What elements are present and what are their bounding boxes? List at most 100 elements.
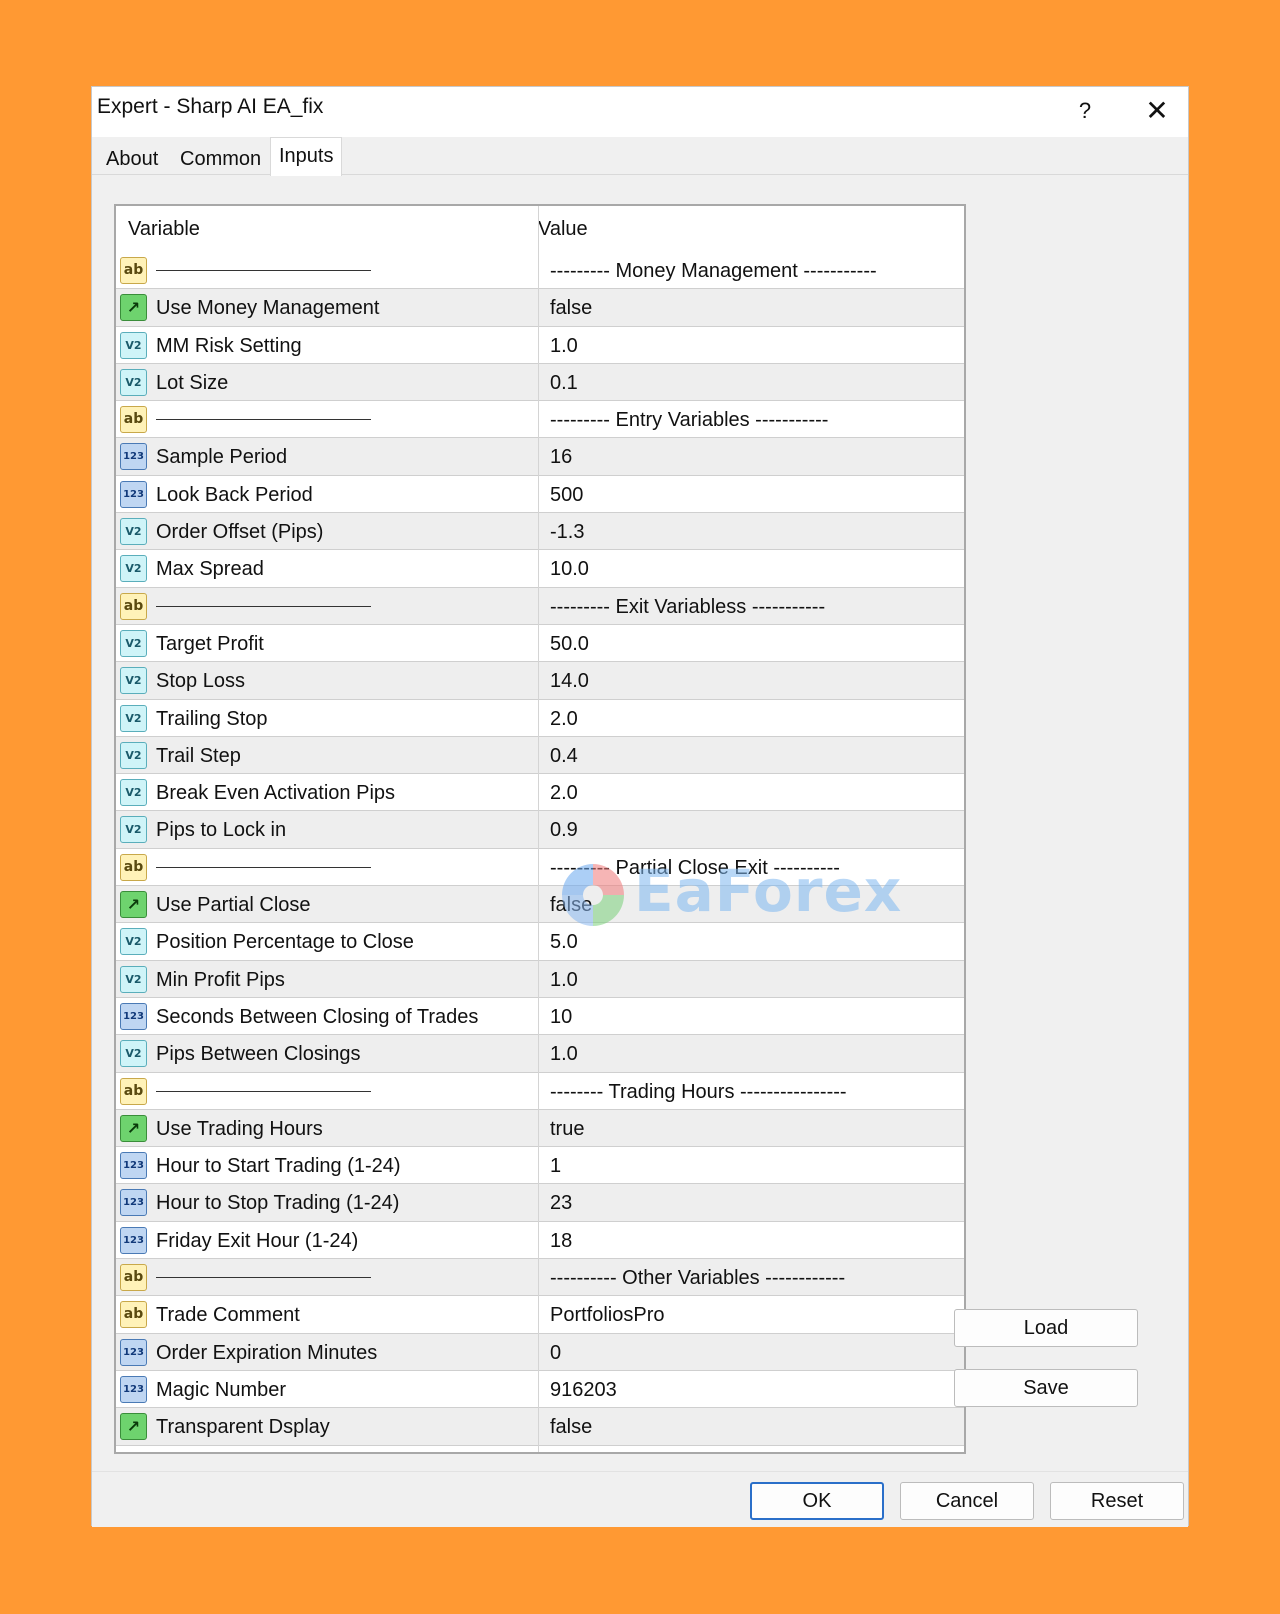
input-row[interactable]: 123 Friday Exit Hour (1-24) 18 [116, 1222, 964, 1260]
bool-type-icon: ↗ [120, 1114, 147, 1142]
input-row[interactable]: 123 Hour to Start Trading (1-24) 1 [116, 1147, 964, 1185]
help-button[interactable]: ? [1062, 91, 1108, 131]
variable-value[interactable]: 1.0 [550, 335, 578, 358]
column-separator[interactable] [538, 206, 539, 1452]
variable-value[interactable]: 0.4 [550, 745, 578, 768]
variable-name: Trail Step [156, 744, 241, 767]
variable-name: Sample Period [156, 446, 288, 469]
input-row[interactable]: V2 Trailing Stop 2.0 [116, 700, 964, 737]
variable-value[interactable]: 23 [550, 1192, 572, 1215]
variable-value[interactable]: true [550, 1118, 584, 1141]
double-type-icon: V2 [120, 555, 147, 583]
input-row[interactable]: V2 MM Risk Setting 1.0 [116, 327, 964, 364]
load-button[interactable]: Load [954, 1309, 1138, 1347]
input-row[interactable]: V2 Pips Between Closings 1.0 [116, 1035, 964, 1073]
variable-name: Max Spread [156, 558, 264, 581]
section-dashes [156, 1277, 371, 1279]
input-row[interactable]: V2 Target Profit 50.0 [116, 625, 964, 663]
variable-value[interactable]: 0 [550, 1342, 561, 1365]
tab-common[interactable]: Common [172, 143, 269, 175]
dialog-footer: OK Cancel Reset [92, 1471, 1188, 1527]
variable-value[interactable]: 14.0 [550, 670, 589, 693]
variable-value[interactable]: 0.9 [550, 819, 578, 842]
input-row[interactable]: V2 Stop Loss 14.0 [116, 662, 964, 700]
variable-name: Transparent Dsplay [156, 1416, 330, 1439]
double-type-icon: V2 [120, 368, 147, 396]
section-title: --------- Money Management ----------- [550, 260, 877, 282]
input-row[interactable]: 123 Look Back Period 500 [116, 476, 964, 514]
input-row[interactable]: ↗ Use Money Management false [116, 289, 964, 327]
variable-value[interactable]: 500 [550, 484, 583, 507]
variable-value[interactable]: 10 [550, 1006, 572, 1029]
variable-value[interactable]: 0.1 [550, 372, 578, 395]
variable-value[interactable]: 16 [550, 446, 572, 469]
input-row[interactable]: V2 Order Offset (Pips) -1.3 [116, 513, 964, 551]
tab-inputs[interactable]: Inputs [270, 137, 343, 176]
input-row[interactable]: 123 Order Expiration Minutes 0 [116, 1333, 964, 1371]
variable-value[interactable]: PortfoliosPro [550, 1304, 665, 1327]
variable-name: Pips to Lock in [156, 819, 287, 842]
watermark-text: EaForex [634, 857, 903, 925]
string-type-icon: ab [120, 257, 147, 284]
tab-about[interactable]: About [98, 143, 166, 175]
variable-value[interactable]: 10.0 [550, 558, 589, 581]
input-row[interactable]: 123 Hour to Stop Trading (1-24) 23 [116, 1184, 964, 1222]
grid-rows: ab --------- Money Management -----------… [116, 252, 964, 1446]
variable-value[interactable]: false [550, 1416, 592, 1439]
section-dashes [156, 605, 371, 607]
variable-value[interactable]: 50.0 [550, 633, 589, 656]
input-row[interactable]: ↗ Use Trading Hours true [116, 1109, 964, 1148]
reset-button[interactable]: Reset [1050, 1482, 1184, 1520]
close-button[interactable]: ✕ [1132, 91, 1182, 131]
section-row[interactable]: ab --------- Entry Variables ----------- [116, 401, 964, 439]
ok-button[interactable]: OK [750, 1482, 884, 1520]
input-row[interactable]: V2 Max Spread 10.0 [116, 550, 964, 588]
header-variable[interactable]: Variable [128, 218, 200, 241]
input-row[interactable]: ↗ Transparent Dsplay false [116, 1408, 964, 1446]
input-row[interactable]: 123 Seconds Between Closing of Trades 10 [116, 998, 964, 1036]
input-row[interactable]: V2 Trail Step 0.4 [116, 736, 964, 775]
header-value[interactable]: Value [538, 218, 588, 241]
save-button[interactable]: Save [954, 1369, 1138, 1407]
variable-value[interactable]: 1.0 [550, 1043, 578, 1066]
variable-value[interactable]: 2.0 [550, 708, 578, 731]
bool-type-icon: ↗ [120, 1413, 147, 1441]
cancel-button[interactable]: Cancel [900, 1482, 1034, 1520]
section-dashes [156, 270, 371, 271]
input-row[interactable]: ab Trade Comment PortfoliosPro [116, 1296, 964, 1334]
section-row[interactable]: ab --------- Exit Variabless ----------- [116, 587, 964, 625]
section-row[interactable]: ab --------- Money Management ----------- [116, 252, 964, 290]
string-type-icon: ab [120, 406, 147, 434]
input-row[interactable]: 123 Sample Period 16 [116, 438, 964, 476]
variable-name: Stop Loss [156, 670, 245, 693]
double-type-icon: V2 [120, 704, 147, 732]
input-row[interactable]: V2 Pips to Lock in 0.9 [116, 811, 964, 849]
input-row[interactable]: V2 Min Profit Pips 1.0 [116, 960, 964, 998]
variable-name: Use Partial Close [156, 894, 311, 917]
input-row[interactable]: V2 Break Even Activation Pips 2.0 [116, 774, 964, 812]
variable-value[interactable]: 1 [550, 1155, 561, 1178]
tab-bar: About Common Inputs [92, 137, 1188, 176]
section-row[interactable]: ab -------- Trading Hours ---------------… [116, 1073, 964, 1110]
double-type-icon: V2 [120, 816, 147, 844]
variable-value[interactable]: 916203 [550, 1379, 617, 1402]
variable-value[interactable]: 2.0 [550, 782, 578, 805]
double-type-icon: V2 [120, 928, 147, 956]
input-row[interactable]: 123 Magic Number 916203 [116, 1371, 964, 1409]
double-type-icon: V2 [120, 779, 147, 807]
variable-value[interactable]: -1.3 [550, 521, 584, 544]
variable-value[interactable]: 18 [550, 1230, 572, 1253]
section-title: --------- Exit Variabless ----------- [550, 595, 826, 618]
variable-value[interactable]: 1.0 [550, 969, 578, 992]
input-row[interactable]: V2 Lot Size 0.1 [116, 363, 964, 402]
section-dashes [156, 866, 371, 868]
variable-name: Trade Comment [156, 1304, 300, 1327]
inputs-grid[interactable]: Variable Value ab --------- Money Managem… [114, 204, 966, 1454]
string-type-icon: ab [120, 853, 147, 881]
double-type-icon: V2 [120, 741, 147, 769]
section-row[interactable]: ab ---------- Other Variables -----------… [116, 1259, 964, 1297]
string-type-icon: ab [120, 1264, 147, 1292]
integer-type-icon: 123 [120, 1338, 147, 1366]
integer-type-icon: 123 [120, 1375, 147, 1403]
variable-value[interactable]: false [550, 297, 592, 320]
